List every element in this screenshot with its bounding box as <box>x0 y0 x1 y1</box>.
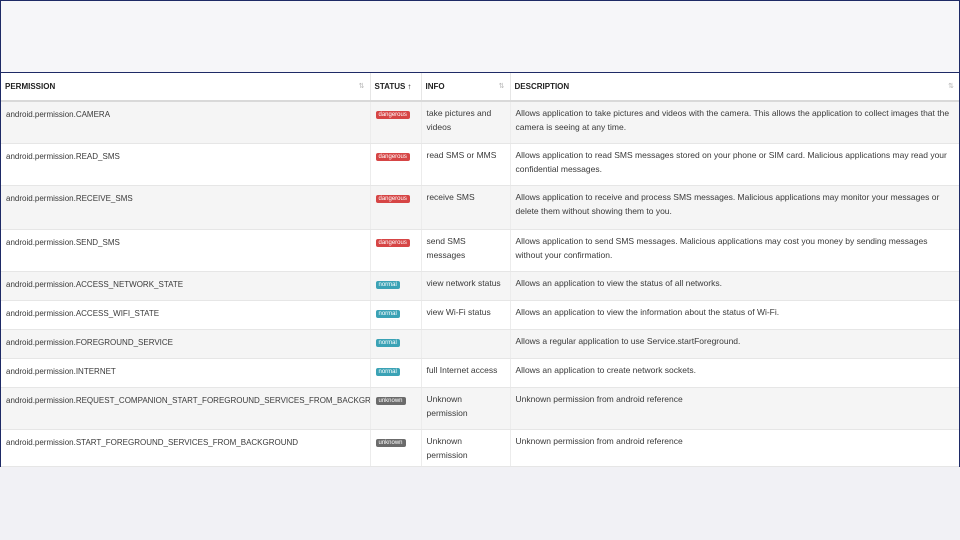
table-row: android.permission.ACCESS_NETWORK_STATE n… <box>1 271 959 301</box>
permission-name-cell: android.permission.ACCESS_WIFI_STATE <box>1 300 371 330</box>
info-cell: send SMS messages <box>421 229 511 272</box>
status-cell: dangerous <box>370 229 422 272</box>
table-body: android.permission.CAMERA dangerous take p… <box>1 101 959 467</box>
table-row: android.permission.FOREGROUND_SERVICE nor… <box>1 329 959 359</box>
info-cell <box>421 329 511 359</box>
permission-name-cell: android.permission.ACCESS_NETWORK_STATE <box>1 271 371 301</box>
status-cell: normal <box>370 271 422 301</box>
permission-name-cell: android.permission.START_FOREGROUND_SERV… <box>1 429 371 467</box>
status-cell: unknown <box>370 387 422 430</box>
table-row: android.permission.START_FOREGROUND_SERV… <box>1 429 959 467</box>
column-header-permission[interactable]: PERMISSION ⇅ <box>1 73 371 102</box>
description-cell: Allows application to receive and proces… <box>510 185 959 230</box>
status-badge: normal <box>375 338 400 347</box>
description-cell: Unknown permission from android referenc… <box>510 387 959 430</box>
column-header-label: PERMISSION <box>5 82 56 91</box>
sort-ascending-icon[interactable]: ↑ <box>407 82 411 91</box>
table-row: android.permission.READ_SMS dangerous read… <box>1 143 959 186</box>
status-cell: dangerous <box>370 185 422 230</box>
status-badge: normal <box>375 309 400 318</box>
status-badge: dangerous <box>375 194 410 203</box>
status-cell: unknown <box>370 429 422 467</box>
description-cell: Allows an application to view the inform… <box>510 300 959 330</box>
status-badge: dangerous <box>375 111 410 119</box>
description-cell: Allows application to send SMS messages.… <box>510 229 959 272</box>
table-header-row: PERMISSION ⇅ STATUS ↑ INFO ⇅ DESCRIPTION … <box>1 73 959 102</box>
info-cell: Unknown permission <box>421 429 511 467</box>
status-badge: unknown <box>375 396 406 405</box>
permission-name-cell: android.permission.SEND_SMS <box>1 229 371 272</box>
slide-canvas: PERMISSION ⇅ STATUS ↑ INFO ⇅ DESCRIPTION … <box>0 0 960 540</box>
table-row: android.permission.SEND_SMS dangerous send… <box>1 229 959 272</box>
slide-footer-area <box>0 467 960 540</box>
description-cell: Allows a regular application to use Serv… <box>510 329 959 359</box>
permissions-table-container: PERMISSION ⇅ STATUS ↑ INFO ⇅ DESCRIPTION … <box>0 72 960 468</box>
table-row: android.permission.ACCESS_WIFI_STATE norm… <box>1 300 959 330</box>
permission-name-cell: android.permission.INTERNET <box>1 358 371 388</box>
column-header-info[interactable]: INFO ⇅ <box>421 73 511 102</box>
description-cell: Allows an application to view the status… <box>510 271 959 301</box>
permissions-table: PERMISSION ⇅ STATUS ↑ INFO ⇅ DESCRIPTION … <box>1 73 959 467</box>
column-header-label: STATUS <box>374 82 406 91</box>
column-header-label: DESCRIPTION <box>514 82 570 91</box>
status-badge: dangerous <box>375 152 410 161</box>
description-cell: Allows application to read SMS messages … <box>510 143 959 186</box>
description-cell: Allows application to take pictures and … <box>510 101 959 144</box>
permission-name-cell: android.permission.REQUEST_COMPANION_STA… <box>1 387 371 430</box>
status-badge: normal <box>375 367 400 376</box>
sort-both-icon[interactable]: ⇅ <box>948 82 954 90</box>
permission-name-cell: android.permission.READ_SMS <box>1 143 371 186</box>
info-cell: read SMS or MMS <box>421 143 511 186</box>
info-cell: view Wi-Fi status <box>421 300 511 330</box>
table-row: android.permission.RECEIVE_SMS dangerous r… <box>1 185 959 230</box>
table-row: android.permission.CAMERA dangerous take p… <box>1 101 959 144</box>
status-cell: dangerous <box>370 101 422 144</box>
status-badge: dangerous <box>375 238 410 247</box>
description-cell: Unknown permission from android referenc… <box>510 429 959 467</box>
column-header-status[interactable]: STATUS ↑ <box>370 73 422 102</box>
info-cell: receive SMS <box>421 185 511 230</box>
info-cell: view network status <box>421 271 511 301</box>
info-cell: take pictures and videos <box>421 101 511 144</box>
info-cell: full Internet access <box>421 358 511 388</box>
status-cell: dangerous <box>370 143 422 186</box>
table-row: android.permission.INTERNET normal full In… <box>1 358 959 388</box>
status-cell: normal <box>370 300 422 330</box>
status-cell: normal <box>370 329 422 359</box>
permission-name-cell: android.permission.FOREGROUND_SERVICE <box>1 329 371 359</box>
sort-both-icon[interactable]: ⇅ <box>359 82 365 90</box>
permission-name-cell: android.permission.CAMERA <box>1 101 371 144</box>
sort-both-icon[interactable]: ⇅ <box>499 82 505 90</box>
column-header-description[interactable]: DESCRIPTION ⇅ <box>510 73 959 102</box>
table-row: android.permission.REQUEST_COMPANION_STA… <box>1 387 959 430</box>
column-header-label: INFO <box>425 82 445 91</box>
slide-title-area <box>0 0 960 73</box>
info-cell: Unknown permission <box>421 387 511 430</box>
status-badge: unknown <box>375 438 406 447</box>
permission-name-cell: android.permission.RECEIVE_SMS <box>1 185 371 230</box>
status-cell: normal <box>370 358 422 388</box>
description-cell: Allows an application to create network … <box>510 358 959 388</box>
status-badge: normal <box>375 280 400 289</box>
